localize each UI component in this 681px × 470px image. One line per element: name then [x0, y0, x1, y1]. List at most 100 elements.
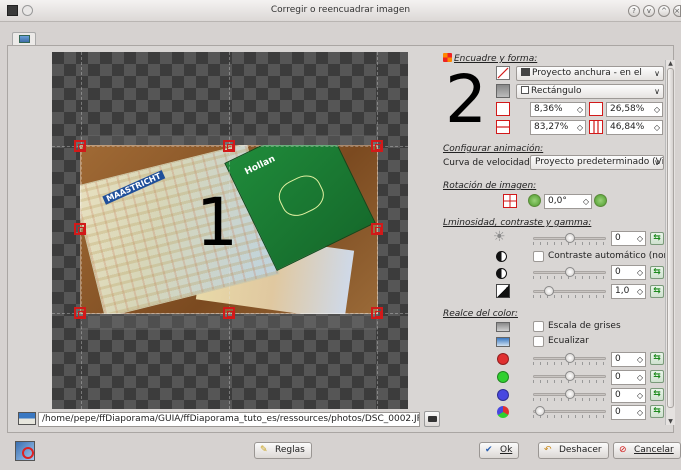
chevron-down-icon: ∨: [654, 69, 660, 78]
green-spinbox[interactable]: 0 ◇: [611, 370, 646, 385]
crop-handle-top[interactable]: [223, 140, 235, 152]
auto-contrast-icon: [496, 251, 507, 262]
green-slider[interactable]: [533, 371, 606, 383]
width-icon: [589, 102, 603, 116]
grayscale-checkbox[interactable]: [533, 321, 544, 332]
shape-select[interactable]: Rectángulo ∨: [516, 84, 664, 99]
help-icon[interactable]: [15, 441, 35, 461]
scrollbar-thumb[interactable]: [667, 68, 674, 408]
position-y-icon: [496, 120, 510, 134]
green-reset-button[interactable]: ⇆: [650, 370, 664, 383]
rotate-left-button[interactable]: [528, 194, 541, 207]
contrast-reset-button[interactable]: ⇆: [650, 266, 664, 279]
file-path-field[interactable]: /home/pepe/ffDiaporama/GUIA/ffDiaporama_…: [38, 412, 420, 427]
width-spinbox[interactable]: 26,58% ◇: [606, 102, 663, 117]
contrast-spinbox[interactable]: 0 ◇: [611, 265, 646, 280]
grayscale-label: Escala de grises: [548, 321, 621, 331]
folder-icon: [428, 416, 437, 422]
position-x-icon: [496, 102, 510, 116]
gamma-knob: [543, 286, 554, 296]
chevron-down-icon: ∨: [654, 87, 660, 96]
auto-contrast-label: Contraste automático (norma: [548, 251, 667, 261]
height-spinbox[interactable]: 46,84% ◇: [606, 120, 663, 135]
crop-handle-top-right[interactable]: [371, 140, 383, 152]
speed-curve-select[interactable]: Proyecto predeterminado (Vi ∨: [530, 155, 664, 170]
contrast-slider[interactable]: [533, 267, 606, 279]
crop-handle-left[interactable]: [74, 223, 86, 235]
undo-button[interactable]: ↶ Deshacer: [538, 442, 609, 459]
scroll-down-icon[interactable]: ▼: [666, 418, 675, 425]
x-position-spinbox[interactable]: 8,36% ◇: [530, 102, 586, 117]
image-icon: [19, 35, 30, 43]
blue-channel-icon: [497, 389, 509, 401]
maximize-button[interactable]: ^: [658, 5, 670, 17]
saturation-slider[interactable]: [533, 406, 606, 418]
speed-curve-label: Curva de velocidad :: [443, 158, 536, 168]
crop-handle-top-left[interactable]: [74, 140, 86, 152]
crop-handle-bottom-left[interactable]: [74, 307, 86, 319]
animation-section-title: Configurar animación:: [443, 144, 544, 154]
annotation-number-2: 2: [445, 61, 487, 138]
height-icon: [589, 120, 603, 134]
title-bar: Corregir o reencuadrar imagen ? v ^ ×: [0, 0, 681, 22]
brightness-slider[interactable]: [533, 233, 606, 245]
luminosity-section-title: Lminosidad, contraste y gamma:: [443, 218, 592, 228]
color-section-title: Realce del color:: [443, 309, 518, 319]
blue-spinbox[interactable]: 0 ◇: [611, 388, 646, 403]
saturation-reset-button[interactable]: ⇆: [650, 405, 664, 418]
settings-panel: Encuadre y forma: 2 Proyecto anchura - e…: [441, 52, 667, 425]
gamma-slider[interactable]: [533, 286, 606, 298]
ruler-icon: ✎: [260, 445, 268, 455]
crop-handle-bottom-right[interactable]: [371, 307, 383, 319]
spin-arrows-icon: ◇: [636, 287, 643, 296]
y-position-spinbox[interactable]: 83,27% ◇: [530, 120, 586, 135]
spin-arrows-icon: ◇: [636, 234, 643, 243]
spin-arrows-icon: ◇: [653, 105, 660, 114]
saturation-spinbox[interactable]: 0 ◇: [611, 405, 646, 420]
saturation-icon: [497, 406, 509, 418]
rotation-icon: [503, 194, 517, 208]
red-spinbox[interactable]: 0 ◇: [611, 352, 646, 367]
contrast-knob: [564, 267, 575, 277]
brightness-reset-button[interactable]: ⇆: [650, 232, 664, 245]
settings-scrollbar[interactable]: ▲ ▼: [665, 60, 675, 425]
equalize-checkbox[interactable]: [533, 336, 544, 347]
red-knob: [564, 353, 575, 363]
spin-arrows-icon: ◇: [636, 408, 643, 417]
crop-handle-right[interactable]: [371, 223, 383, 235]
red-slider[interactable]: [533, 353, 606, 365]
scroll-up-icon[interactable]: ▲: [666, 60, 675, 67]
cancel-button[interactable]: ⊘ Cancelar: [613, 442, 681, 459]
rotation-section-title: Rotación de imagen:: [443, 181, 537, 191]
browse-button[interactable]: [424, 411, 440, 427]
brightness-spinbox[interactable]: 0 ◇: [611, 231, 646, 246]
gamma-spinbox[interactable]: 1,0 ◇: [611, 284, 646, 299]
rotation-spinbox[interactable]: 0,0° ◇: [544, 194, 592, 209]
rules-button[interactable]: ✎ Reglas: [254, 442, 312, 459]
spin-arrows-icon: ◇: [576, 123, 583, 132]
auto-contrast-checkbox[interactable]: [533, 251, 544, 262]
brightness-knob: [564, 233, 575, 243]
spin-arrows-icon: ◇: [582, 197, 589, 206]
ok-button[interactable]: ✔ Ok: [479, 442, 520, 459]
close-button[interactable]: ×: [673, 5, 681, 17]
gamma-reset-button[interactable]: ⇆: [650, 285, 664, 298]
minimize-button[interactable]: v: [643, 5, 655, 17]
tab-image[interactable]: [12, 32, 36, 45]
red-reset-button[interactable]: ⇆: [650, 352, 664, 365]
saturation-knob: [534, 406, 545, 416]
cancel-icon: ⊘: [619, 445, 627, 455]
rotate-right-button[interactable]: [594, 194, 607, 207]
spin-arrows-icon: ◇: [653, 123, 660, 132]
blue-slider[interactable]: [533, 389, 606, 401]
aspect-select[interactable]: Proyecto anchura - en el ∨: [516, 66, 664, 81]
grayscale-icon: [496, 322, 510, 332]
spin-arrows-icon: ◇: [636, 268, 643, 277]
crop-handle-bottom[interactable]: [223, 307, 235, 319]
help-button[interactable]: ?: [628, 5, 640, 17]
checkmark-icon: ✔: [485, 445, 493, 455]
undo-icon: ↶: [544, 445, 552, 455]
gamma-icon: [496, 284, 510, 298]
spin-arrows-icon: ◇: [576, 105, 583, 114]
blue-reset-button[interactable]: ⇆: [650, 388, 664, 401]
